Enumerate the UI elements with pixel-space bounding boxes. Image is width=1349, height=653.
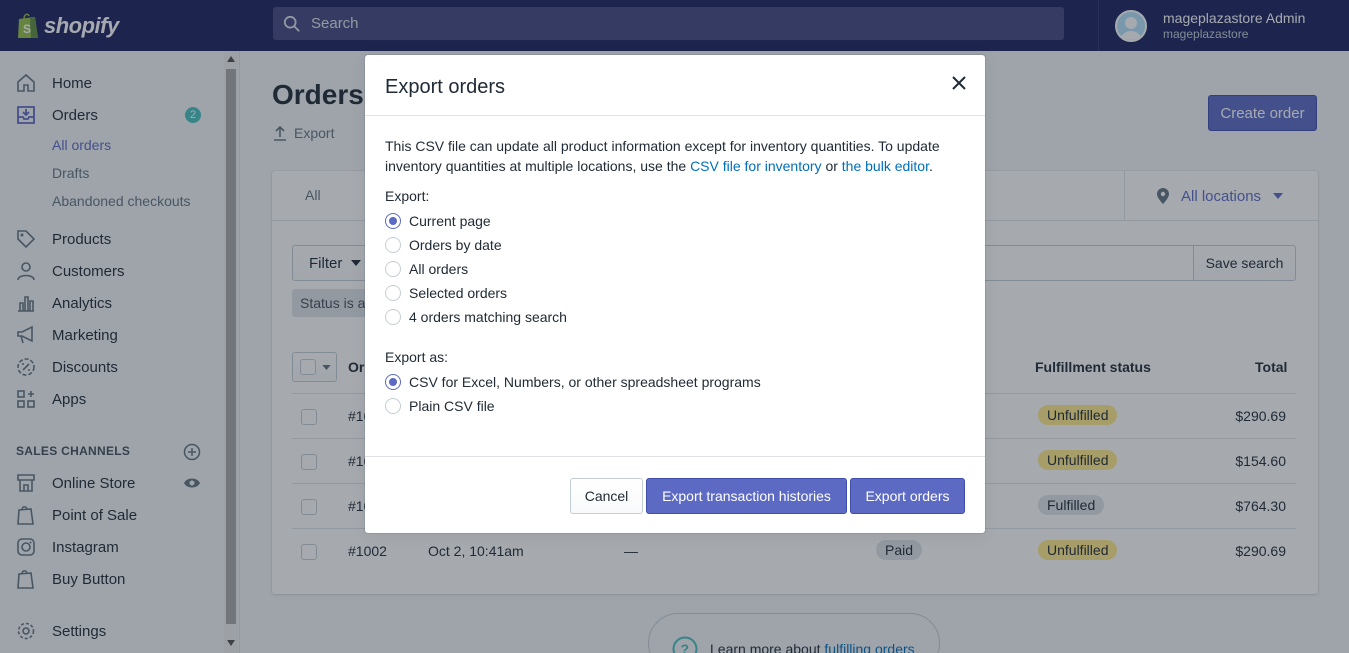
export-transaction-histories-button[interactable]: Export transaction histories [646, 478, 847, 514]
radio-orders-by-date[interactable]: Orders by date [385, 235, 502, 255]
modal-footer: Cancel Export transaction histories Expo… [365, 456, 985, 533]
radio-button[interactable] [385, 213, 401, 229]
export-as-label: Export as: [385, 349, 449, 365]
radio-csv-excel[interactable]: CSV for Excel, Numbers, or other spreads… [385, 372, 761, 392]
modal-description: This CSV file can update all product inf… [385, 138, 940, 174]
cancel-button[interactable]: Cancel [570, 478, 643, 514]
export-orders-modal: Export orders This CSV file can update a… [365, 55, 985, 533]
radio-button[interactable] [385, 374, 401, 390]
radio-selected-orders[interactable]: Selected orders [385, 283, 507, 303]
radio-current-page[interactable]: Current page [385, 211, 491, 231]
modal-title: Export orders [385, 76, 506, 98]
radio-matching-search[interactable]: 4 orders matching search [385, 307, 567, 327]
bulk-editor-link[interactable]: the bulk editor [842, 158, 929, 174]
radio-plain-csv[interactable]: Plain CSV file [385, 396, 495, 416]
radio-all-orders[interactable]: All orders [385, 259, 468, 279]
radio-button[interactable] [385, 285, 401, 301]
radio-button[interactable] [385, 237, 401, 253]
close-icon [952, 76, 966, 90]
csv-inventory-link[interactable]: CSV file for inventory [690, 158, 822, 174]
modal-header: Export orders [365, 55, 985, 116]
close-button[interactable] [947, 71, 971, 95]
radio-button[interactable] [385, 398, 401, 414]
export-orders-button[interactable]: Export orders [850, 478, 965, 514]
export-label: Export: [385, 188, 430, 204]
radio-button[interactable] [385, 309, 401, 325]
radio-button[interactable] [385, 261, 401, 277]
